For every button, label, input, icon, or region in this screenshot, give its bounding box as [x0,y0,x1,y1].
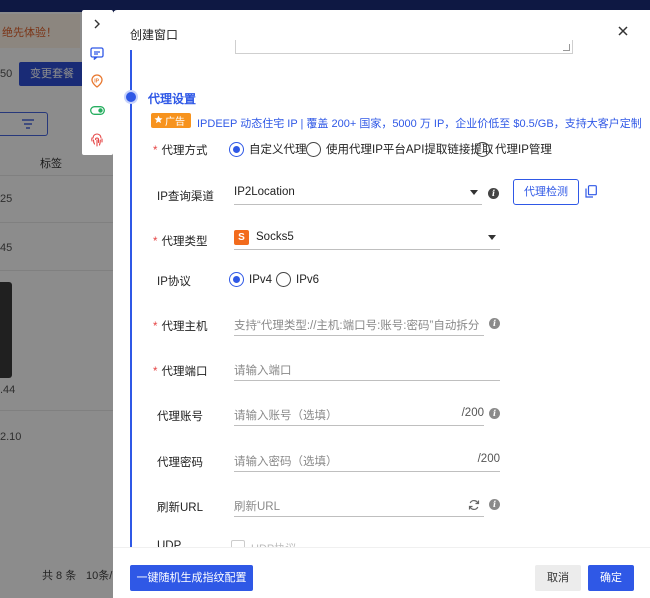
proxy-method-label: * 代理方式 [153,145,208,157]
toggle-icon[interactable] [88,101,106,119]
info-icon[interactable]: i [489,408,500,419]
radio-circle [229,272,244,287]
radio-ipv4[interactable]: IPv4 [229,272,272,287]
fingerprint-icon[interactable] [88,131,106,149]
refresh-url-label: 刷新URL [157,502,204,514]
cancel-button[interactable]: 取消 [535,565,581,591]
info-icon[interactable]: i [489,318,500,329]
proxy-host-input[interactable]: 支持“代理类型://主机:端口号:账号:密码”自动拆分 [234,312,484,336]
ad-badge: 广告 [151,113,191,128]
radio-circle [229,141,244,157]
proxy-account-input[interactable]: 请输入账号（选填） /200 [234,402,484,426]
caret-down-icon [488,235,496,240]
proxy-type-select[interactable]: S Socks5 [234,226,500,250]
message-icon[interactable] [88,44,106,62]
radio-api-extract[interactable]: 使用代理IP平台API提取链接提取 [306,141,493,157]
radio-circle [475,141,490,157]
proxy-password-input[interactable]: 请输入密码（选填） /200 [234,448,500,472]
proxy-password-label: 代理密码 [157,457,203,469]
char-counter: /200 [477,453,500,465]
close-icon[interactable] [616,24,630,38]
radio-custom-proxy[interactable]: 自定义代理 [229,141,307,157]
star-icon [154,114,163,127]
proxy-host-label: * 代理主机 [153,321,208,333]
step-timeline [130,50,132,550]
create-window-drawer: 创建窗口 代理设置 广告 IPDEEP 动态住宅 IP | 覆盖 200+ 国家… [113,10,650,598]
char-counter: /200 [461,407,484,419]
ip-icon[interactable]: IP [88,72,106,90]
radio-circle [276,272,291,287]
side-icon-rail: IP [82,10,113,155]
caret-down-icon [470,190,478,195]
copy-icon[interactable] [585,185,597,198]
info-icon[interactable]: i [489,499,500,510]
ip-channel-select[interactable]: IP2Location [234,181,482,205]
svg-text:IP: IP [94,78,99,84]
proxy-port-label: * 代理端口 [153,366,208,378]
ad-link[interactable]: IPDEEP 动态住宅 IP | 覆盖 200+ 国家，5000 万 IP，企业… [197,115,642,131]
notes-textarea[interactable] [235,40,573,54]
proxy-port-input[interactable]: 请输入端口 [234,357,500,381]
generate-fingerprint-button[interactable]: 一键随机生成指纹配置 [130,565,253,591]
ip-protocol-label: IP协议 [157,276,191,288]
refresh-icon[interactable] [468,499,480,511]
proxy-account-label: 代理账号 [157,411,203,423]
proxy-check-button[interactable]: 代理检测 [513,179,579,205]
confirm-button[interactable]: 确定 [588,565,634,591]
drawer-title: 创建窗口 [130,28,179,42]
refresh-url-input[interactable]: 刷新URL [234,493,484,517]
proxy-type-label: * 代理类型 [153,236,208,248]
resize-handle-icon[interactable] [563,44,570,51]
radio-ip-management[interactable]: 代理IP管理 [475,141,552,157]
step-dot [124,90,138,104]
radio-circle [306,141,321,157]
radio-ipv6[interactable]: IPv6 [276,272,319,287]
info-icon[interactable]: i [488,188,499,199]
drawer-footer: 一键随机生成指纹配置 取消 确定 [113,547,650,598]
chevron-right-icon[interactable] [88,15,106,33]
section-title: 代理设置 [148,92,197,106]
socks-icon: S [234,230,249,245]
ip-channel-label: IP查询渠道 [157,191,214,203]
